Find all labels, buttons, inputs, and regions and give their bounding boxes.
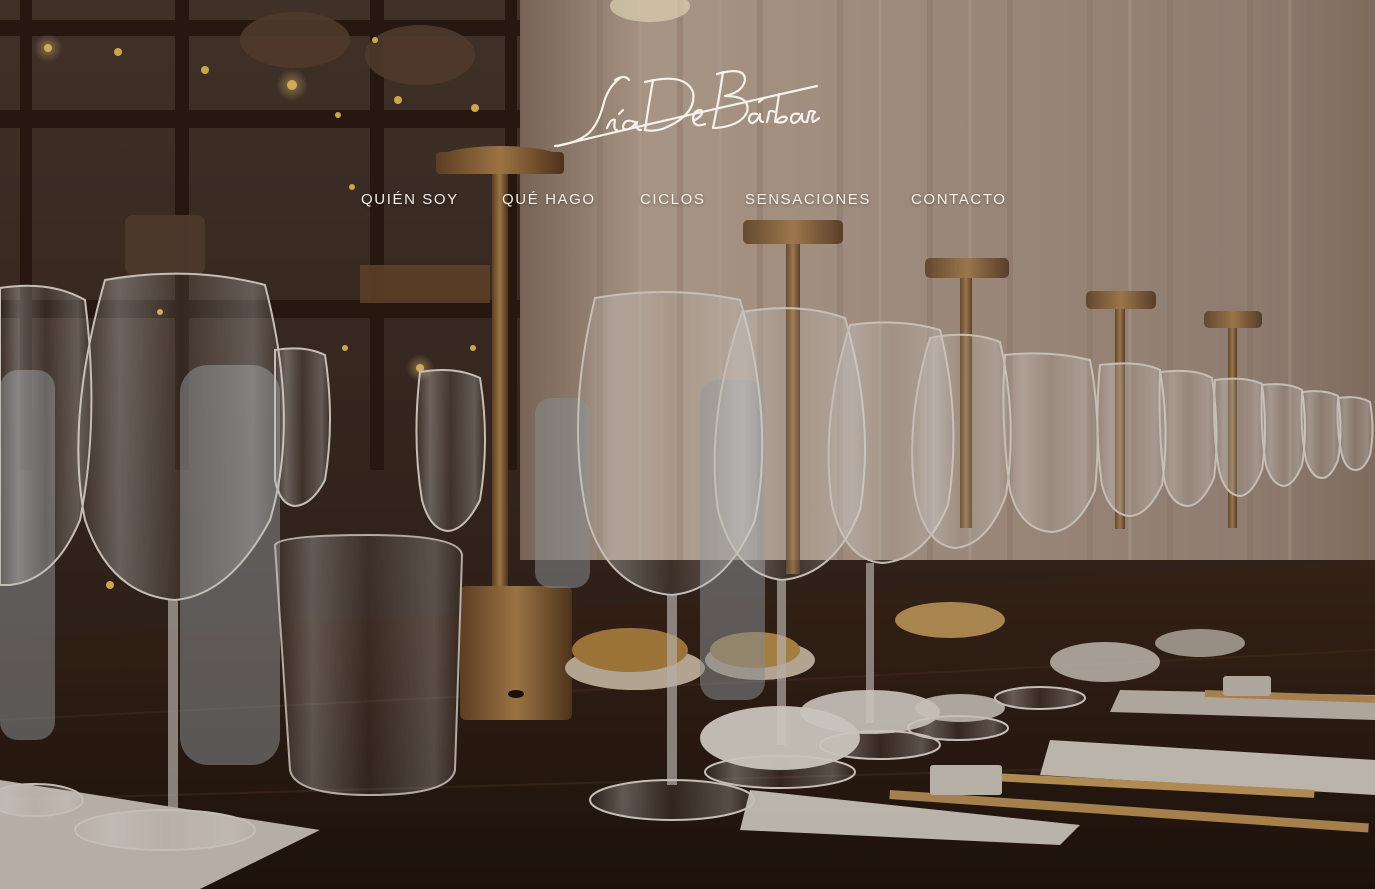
nav-link-sensaciones[interactable]: SENSACIONES xyxy=(745,191,871,208)
nav-link-quien-soy[interactable]: QUIÉN SOY xyxy=(361,191,459,208)
main-navigation: QUIÉN SOY QUÉ HAGO CICLOS SENSACIONES CO… xyxy=(0,191,1375,213)
site-logo[interactable]: Lía De Bárbara xyxy=(545,58,821,156)
nav-link-que-hago[interactable]: QUÉ HAGO xyxy=(502,191,596,208)
nav-link-contacto[interactable]: CONTACTO xyxy=(911,191,1007,208)
nav-link-ciclos[interactable]: CICLOS xyxy=(640,191,705,208)
signature-logo-icon xyxy=(553,69,821,148)
